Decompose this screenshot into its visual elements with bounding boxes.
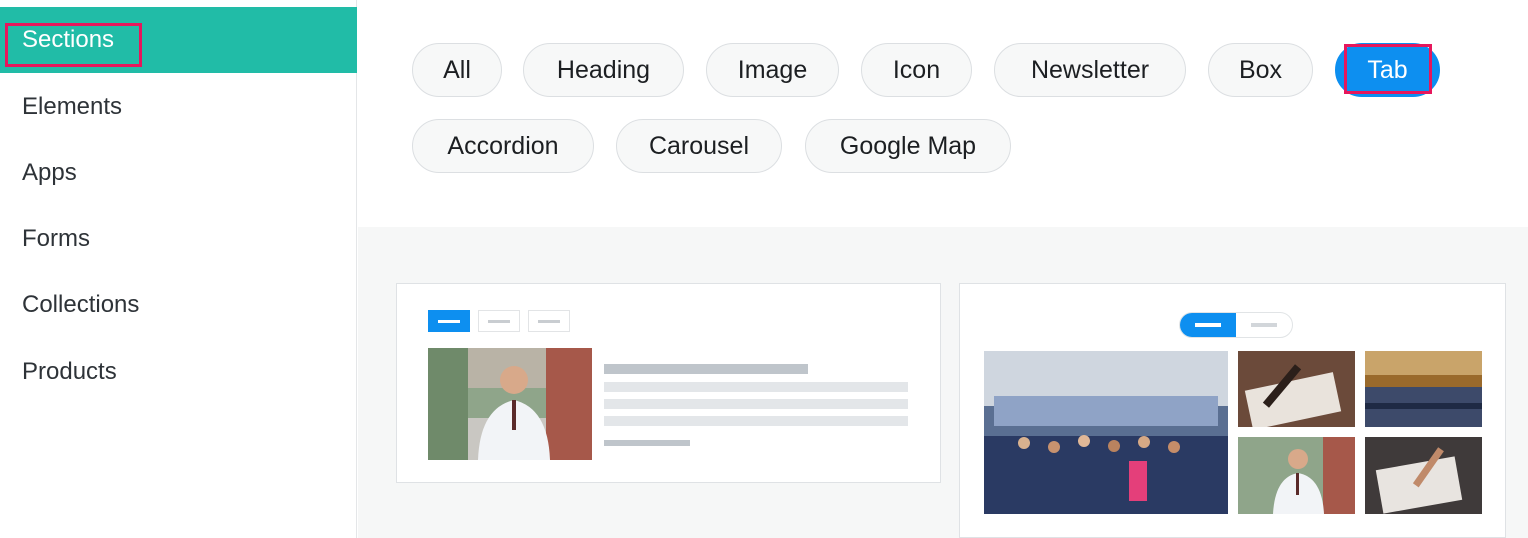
- text-placeholder: [604, 399, 908, 409]
- mini-tab: [478, 310, 520, 332]
- chip-label: All: [443, 55, 471, 84]
- mini-tab: [428, 310, 470, 332]
- text-placeholder: [604, 416, 908, 426]
- chip-google-map[interactable]: Google Map: [805, 119, 1011, 173]
- template-card-tab-gallery[interactable]: [959, 283, 1506, 538]
- auditorium-photo: [1365, 351, 1482, 427]
- sidebar-item-collections[interactable]: Collections: [0, 272, 357, 338]
- chip-icon[interactable]: Icon: [861, 43, 972, 97]
- chip-tab[interactable]: Tab: [1335, 43, 1440, 97]
- link-placeholder: [604, 440, 690, 446]
- pill-tab: [1180, 313, 1236, 337]
- chip-heading[interactable]: Heading: [523, 43, 684, 97]
- chip-carousel[interactable]: Carousel: [616, 119, 782, 173]
- chip-image[interactable]: Image: [706, 43, 839, 97]
- chip-label: Heading: [556, 55, 651, 84]
- conference-hall-photo: [984, 351, 1228, 514]
- chip-all[interactable]: All: [412, 43, 502, 97]
- sidebar: Sections Elements Apps Forms Collections…: [0, 0, 357, 538]
- sidebar-item-elements[interactable]: Elements: [0, 74, 357, 140]
- sidebar-item-label: Elements: [22, 93, 123, 120]
- chip-label: Carousel: [648, 131, 750, 160]
- sidebar-item-label: Apps: [22, 159, 77, 186]
- chip-accordion[interactable]: Accordion: [412, 119, 594, 173]
- sidebar-item-label: Sections: [22, 26, 115, 53]
- chip-label: Tab: [1367, 55, 1408, 84]
- sidebar-item-label: Products: [22, 358, 117, 385]
- portrait-thumb-photo: [1238, 437, 1355, 514]
- pill-tab-bar: [1179, 312, 1293, 338]
- sidebar-item-apps[interactable]: Apps: [0, 140, 357, 206]
- chip-label: Accordion: [447, 131, 559, 160]
- mini-tab-bar: [428, 310, 570, 332]
- text-placeholder: [604, 382, 908, 392]
- sidebar-item-label: Forms: [22, 225, 90, 252]
- filter-bar: All Heading Image Icon Newsletter Box Ta…: [358, 0, 1528, 227]
- notebook-photo: [1238, 351, 1355, 427]
- chip-label: Icon: [892, 55, 941, 84]
- writing-photo: [1365, 437, 1482, 514]
- sidebar-item-label: Collections: [22, 291, 140, 318]
- mini-tab: [528, 310, 570, 332]
- chip-label: Image: [737, 55, 808, 84]
- chip-label: Google Map: [839, 131, 977, 160]
- sidebar-item-sections[interactable]: Sections: [0, 7, 357, 73]
- heading-placeholder: [604, 364, 808, 374]
- chip-newsletter[interactable]: Newsletter: [994, 43, 1186, 97]
- sidebar-item-products[interactable]: Products: [0, 339, 357, 405]
- template-grid: [358, 227, 1528, 538]
- template-card-tab-text[interactable]: [396, 283, 941, 483]
- chip-label: Newsletter: [1030, 55, 1150, 84]
- chip-label: Box: [1238, 55, 1283, 84]
- chip-box[interactable]: Box: [1208, 43, 1313, 97]
- sidebar-item-forms[interactable]: Forms: [0, 206, 357, 272]
- portrait-photo: [428, 348, 592, 460]
- pill-tab: [1236, 313, 1292, 337]
